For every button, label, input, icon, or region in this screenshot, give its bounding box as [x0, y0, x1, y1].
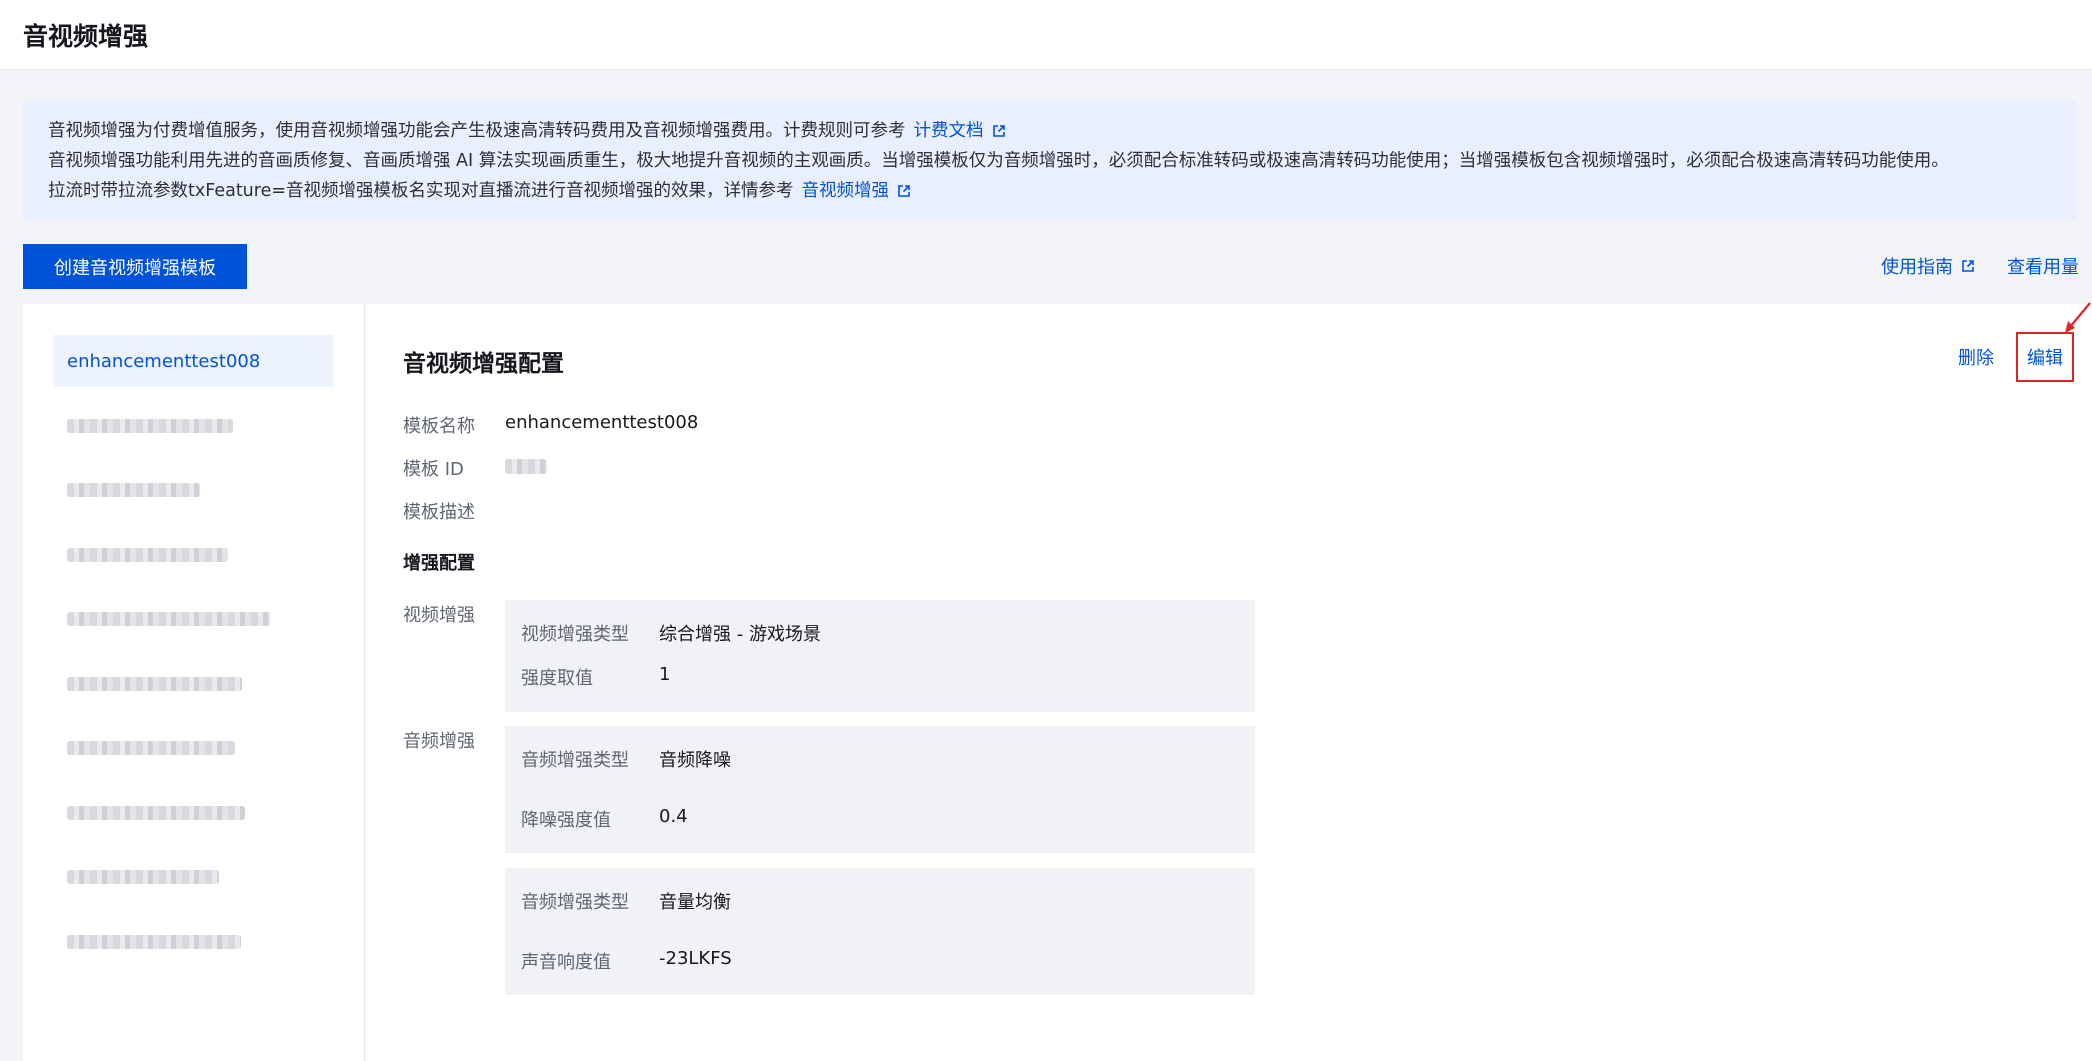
external-link-icon — [1962, 260, 1974, 272]
audio-type-value: 音频降噪 — [659, 750, 731, 771]
page-title: 音视频增强 — [23, 22, 149, 51]
audio-type-label: 音频增强类型 — [521, 750, 629, 771]
audio-type-row: 音频增强类型 音频降噪 — [521, 746, 731, 772]
template-item[interactable] — [53, 593, 333, 645]
enhance-doc-label: 音视频增强 — [801, 181, 890, 201]
blurred-template-name — [67, 418, 233, 433]
blurred-template-name — [67, 483, 200, 497]
guide-label: 使用指南 — [1881, 257, 1953, 278]
blurred-template-name — [67, 612, 270, 626]
template-item[interactable] — [53, 658, 333, 710]
notice-line-1: 音视频增强为付费增值服务，使用音视频增强功能会产生极速高清转码费用及音视频增强费… — [48, 116, 2051, 146]
audio-type-value: 音量均衡 — [659, 892, 731, 913]
template-desc-label: 模板描述 — [403, 502, 475, 523]
top-header: 音视频增强 — [0, 0, 2092, 70]
blurred-template-name — [67, 676, 242, 691]
delete-button[interactable]: 删除 — [1958, 344, 1994, 370]
main-panel: enhancementtest008 音视频增强配置 删除 编辑 模板名称 en… — [23, 302, 2092, 1061]
video-strength-label: 强度取值 — [521, 668, 593, 689]
billing-doc-link[interactable]: 计费文档 — [914, 116, 1006, 146]
audio-type-label: 音频增强类型 — [521, 892, 629, 913]
video-enhance-box: 视频增强类型 综合增强 - 游戏场景 强度取值 1 — [505, 600, 1255, 712]
enhance-doc-link[interactable]: 音视频增强 — [802, 176, 912, 206]
video-strength-row: 强度取值 1 — [521, 664, 670, 690]
config-title: 音视频增强配置 — [403, 351, 564, 377]
video-type-label: 视频增强类型 — [521, 624, 629, 645]
template-name-label: 模板名称 — [403, 416, 475, 437]
blurred-template-name — [67, 805, 245, 820]
template-item[interactable] — [53, 464, 333, 516]
template-item[interactable] — [53, 787, 333, 839]
template-id-label: 模板 ID — [403, 459, 464, 480]
notice-text-2: 音视频增强功能利用先进的音画质修复、音画质增强 AI 算法实现画质重生，极大地提… — [48, 151, 1949, 171]
template-item[interactable] — [53, 916, 333, 968]
template-item[interactable] — [53, 529, 333, 581]
audio-enhance-label: 音频增强 — [403, 731, 475, 752]
template-item[interactable] — [53, 851, 333, 903]
guide-link[interactable]: 使用指南 — [1881, 253, 1975, 279]
video-enhance-label: 视频增强 — [403, 605, 475, 626]
video-strength-value: 1 — [659, 664, 671, 685]
audio-type-row: 音频增强类型 音量均衡 — [521, 888, 731, 914]
template-name-value: enhancementtest008 — [505, 412, 699, 433]
template-item[interactable] — [53, 722, 333, 774]
denoise-strength-row: 降噪强度值 0.4 — [521, 806, 688, 832]
denoise-strength-label: 降噪强度值 — [521, 810, 611, 831]
template-list: enhancementtest008 — [23, 304, 365, 1061]
enhance-section-label: 增强配置 — [403, 553, 475, 574]
video-type-row: 视频增强类型 综合增强 - 游戏场景 — [521, 620, 821, 646]
blurred-template-name — [67, 870, 219, 884]
edit-button[interactable]: 编辑 — [2016, 332, 2074, 382]
denoise-strength-value: 0.4 — [659, 806, 688, 827]
usage-link[interactable]: 查看用量 — [2007, 253, 2079, 279]
template-desc-row: 模板描述 — [403, 498, 505, 524]
info-notice: 音视频增强为付费增值服务，使用音视频增强功能会产生极速高清转码费用及音视频增强费… — [23, 101, 2076, 220]
loudness-value: -23LKFS — [659, 948, 732, 969]
config-actions: 删除 编辑 — [1958, 332, 2092, 382]
blurred-template-name — [67, 934, 241, 949]
external-link-icon — [898, 185, 910, 197]
template-item-active[interactable]: enhancementtest008 — [53, 335, 333, 387]
billing-doc-label: 计费文档 — [913, 121, 984, 141]
audio-loudness-box: 音频增强类型 音量均衡 声音响度值 -23LKFS — [505, 868, 1255, 995]
video-type-value: 综合增强 - 游戏场景 — [659, 624, 821, 645]
template-id-row: 模板 ID — [403, 455, 547, 481]
notice-line-2: 音视频增强功能利用先进的音画质修复、音画质增强 AI 算法实现画质重生，极大地提… — [48, 146, 2051, 176]
annotation-arrow-icon — [2065, 302, 2091, 333]
template-name-row: 模板名称 enhancementtest008 — [403, 412, 698, 438]
notice-text-3: 拉流时带拉流参数txFeature=音视频增强模板名实现对直播流进行音视频增强的… — [48, 181, 794, 201]
notice-line-3: 拉流时带拉流参数txFeature=音视频增强模板名实现对直播流进行音视频增强的… — [48, 176, 2051, 206]
config-detail: 音视频增强配置 删除 编辑 模板名称 enhancementtest008 模板… — [403, 302, 2092, 1061]
template-id-value — [505, 455, 547, 481]
notice-text-1: 音视频增强为付费增值服务，使用音视频增强功能会产生极速高清转码费用及音视频增强费… — [48, 121, 906, 141]
blurred-template-name — [67, 741, 235, 755]
loudness-row: 声音响度值 -23LKFS — [521, 948, 732, 974]
external-link-icon — [992, 125, 1005, 137]
blurred-template-name — [67, 547, 228, 562]
audio-denoise-box: 音频增强类型 音频降噪 降噪强度值 0.4 — [505, 726, 1255, 853]
toolbar-links: 使用指南 查看用量 — [1881, 253, 2079, 279]
blurred-template-id — [505, 459, 547, 474]
template-item[interactable] — [53, 400, 333, 452]
loudness-label: 声音响度值 — [521, 952, 611, 973]
create-template-button[interactable]: 创建音视频增强模板 — [23, 244, 247, 289]
